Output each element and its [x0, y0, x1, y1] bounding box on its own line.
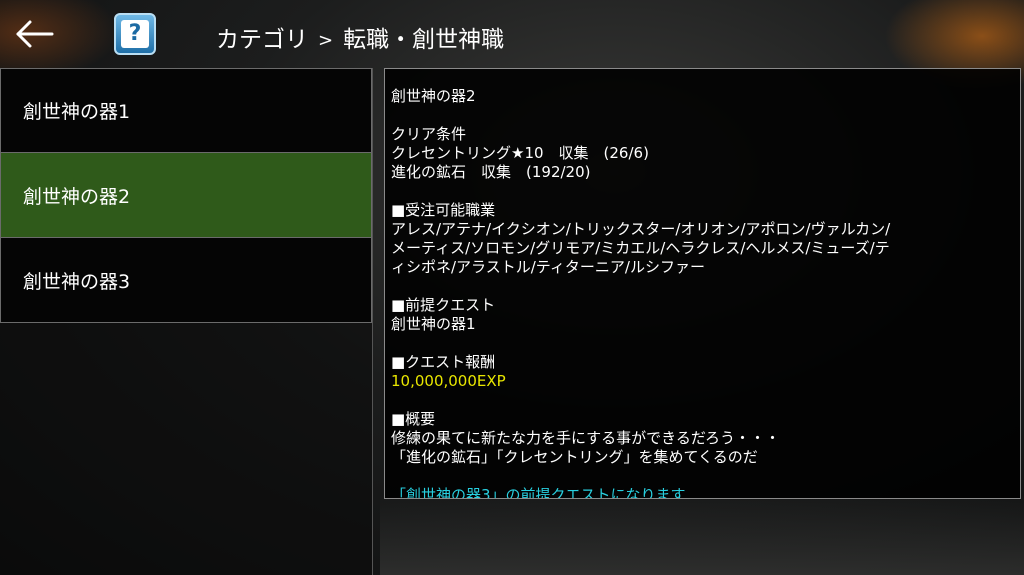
- jobs-line: アレス/アテナ/イクシオン/トリックスター/オリオン/アポロン/ヴァルカン/: [391, 220, 891, 238]
- quest-list: 創世神の器1 創世神の器2 創世神の器3: [0, 68, 373, 575]
- clear-condition-line: クレセントリング★10 収集 (26/6): [391, 144, 649, 162]
- help-button[interactable]: ?: [114, 13, 156, 55]
- breadcrumb-separator: >: [318, 30, 334, 51]
- prereq-heading: ■前提クエスト: [391, 296, 496, 314]
- jobs-line: メーティス/ソロモン/グリモア/ミカエル/ヘラクレス/ヘルメス/ミューズ/テ: [391, 239, 890, 257]
- breadcrumb-root: カテゴリ: [216, 27, 308, 53]
- summary-line: 「進化の鉱石」「クレセントリング」を集めてくるのだ: [391, 448, 758, 466]
- breadcrumb-current: 転職・創世神職: [343, 27, 505, 53]
- prereq-value: 創世神の器1: [391, 315, 476, 333]
- quest-title: 創世神の器2: [391, 87, 476, 105]
- quest-list-item-1[interactable]: 創世神の器1: [0, 68, 372, 153]
- header: ? カテゴリ > 転職・創世神職: [0, 0, 1024, 66]
- reward-value: 10,000,000EXP: [391, 372, 506, 390]
- quest-list-item-label: 創世神の器1: [23, 101, 131, 123]
- jobs-line: ィシポネ/アラストル/ティターニア/ルシファー: [391, 258, 705, 276]
- clear-condition-line: 進化の鉱石 収集 (192/20): [391, 163, 591, 181]
- next-quest-note: 「創世神の器3」の前提クエストになります: [391, 486, 686, 499]
- reward-heading: ■クエスト報酬: [391, 353, 496, 371]
- quest-list-item-2[interactable]: 創世神の器2: [0, 153, 372, 238]
- breadcrumb: カテゴリ > 転職・創世神職: [216, 20, 504, 54]
- question-mark-icon: ?: [121, 20, 149, 48]
- back-arrow-icon[interactable]: [12, 16, 56, 52]
- quest-list-item-3[interactable]: 創世神の器3: [0, 238, 372, 323]
- background-floor: [380, 495, 1024, 575]
- clear-conditions-heading: クリア条件: [391, 125, 467, 143]
- summary-heading: ■概要: [391, 410, 436, 428]
- summary-line: 修練の果てに新たな力を手にする事ができるだろう・・・: [391, 429, 780, 447]
- jobs-heading: ■受注可能職業: [391, 201, 496, 219]
- quest-detail-panel[interactable]: 創世神の器2 クリア条件 クレセントリング★10 収集 (26/6) 進化の鉱石…: [384, 68, 1021, 499]
- quest-list-item-label: 創世神の器3: [23, 270, 131, 293]
- quest-list-item-label: 創世神の器2: [23, 185, 131, 208]
